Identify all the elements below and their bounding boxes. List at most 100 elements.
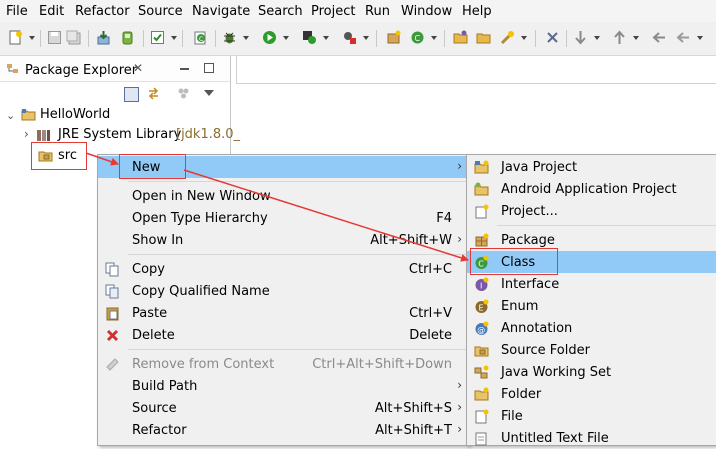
menu-item-label: Annotation — [501, 321, 573, 336]
menu-navigate[interactable]: Navigate — [192, 4, 250, 19]
shortcut-label: Ctrl+C — [408, 262, 452, 277]
expanded-chevron-icon[interactable]: ⌄ — [6, 109, 15, 122]
save-all-icon[interactable] — [66, 30, 81, 45]
submenu-item-enum[interactable]: E Enum — [467, 295, 716, 317]
menu-item-label: Folder — [501, 387, 542, 402]
menu-item-label: Untitled Text File — [501, 431, 609, 446]
next-annotation-icon[interactable] — [573, 30, 588, 45]
menu-item-label: Copy Qualified Name — [132, 284, 270, 299]
open-folder-icon[interactable] — [476, 30, 491, 45]
svg-text:C: C — [415, 34, 421, 43]
menu-item-copy[interactable]: Copy Ctrl+C — [98, 258, 468, 280]
package-explorer-tab[interactable]: Package Explorer ✕ — [0, 56, 230, 82]
package-explorer-icon — [6, 62, 19, 75]
submenu-item-project[interactable]: Project... — [467, 200, 716, 222]
menu-run[interactable]: Run — [365, 4, 390, 19]
annotation-icon: @ — [474, 321, 489, 336]
last-edit-icon[interactable] — [652, 30, 667, 45]
new-package-toolbar-icon[interactable] — [386, 30, 401, 45]
menu-item-delete[interactable]: Delete Delete — [98, 324, 468, 346]
menu-item-label: File — [501, 409, 523, 424]
menu-item-refactor[interactable]: Refactor Alt+Shift+T › — [98, 419, 468, 441]
package-icon — [474, 233, 489, 248]
link-with-editor-icon[interactable] — [146, 86, 161, 101]
delete-icon — [105, 328, 120, 343]
debug-icon[interactable] — [222, 30, 237, 45]
menu-item-build-path[interactable]: Build Path › — [98, 375, 468, 397]
submenu-arrow-icon: › — [457, 422, 462, 436]
new-class-toolbar-icon[interactable]: C — [193, 30, 208, 45]
menu-item-label: Paste — [132, 306, 168, 321]
shortcut-label: Alt+Shift+T — [375, 423, 452, 438]
menu-refactor[interactable]: Refactor — [75, 4, 130, 19]
view-filters-icon[interactable] — [177, 88, 190, 99]
task-check-icon[interactable] — [150, 30, 165, 45]
new-java-class-icon[interactable]: C — [410, 30, 425, 45]
collapsed-chevron-icon[interactable]: › — [24, 127, 29, 141]
menu-item-label: Source Folder — [501, 343, 590, 358]
copy-icon — [105, 262, 120, 277]
menu-item-label: Java Working Set — [501, 365, 612, 380]
submenu-item-annotation[interactable]: @ Annotation — [467, 317, 716, 339]
search-toolbar-icon[interactable] — [500, 30, 515, 45]
shortcut-label: Alt+Shift+S — [374, 401, 452, 416]
prev-annotation-icon[interactable] — [612, 30, 627, 45]
menu-item-open-new-window[interactable]: Open in New Window — [98, 185, 468, 207]
text-file-icon — [474, 431, 489, 446]
menu-item-label: Open in New Window — [132, 189, 271, 204]
svg-text:C: C — [199, 36, 203, 43]
new-icon[interactable] — [8, 30, 23, 45]
menu-item-label: Remove from Context — [132, 357, 275, 372]
submenu-item-folder[interactable]: Folder — [467, 383, 716, 405]
open-type-icon[interactable] — [453, 30, 468, 45]
save-icon[interactable] — [47, 30, 62, 45]
run-icon[interactable] — [262, 30, 277, 45]
submenu-arrow-icon: › — [457, 232, 462, 246]
submenu-item-android-project[interactable]: Android Application Project — [467, 178, 716, 200]
android-sdk-icon[interactable] — [120, 30, 135, 45]
menu-edit[interactable]: Edit — [39, 4, 64, 19]
coverage-icon[interactable] — [302, 30, 317, 45]
submenu-item-java-project[interactable]: Java Project — [467, 156, 716, 178]
shortcut-label: Ctrl+Alt+Shift+Down — [312, 357, 452, 372]
maximize-icon[interactable] — [204, 63, 214, 73]
menu-item-label: Build Path — [132, 379, 198, 394]
menu-item-paste[interactable]: Paste Ctrl+V — [98, 302, 468, 324]
external-tools-icon[interactable] — [342, 30, 357, 45]
menu-file[interactable]: File — [6, 4, 28, 19]
back-icon[interactable] — [676, 30, 691, 45]
collapse-all-icon[interactable] — [124, 87, 139, 102]
minimize-icon[interactable] — [180, 68, 189, 70]
import-icon[interactable] — [96, 30, 111, 45]
menu-window[interactable]: Window — [401, 4, 452, 19]
toggle-mark-icon[interactable] — [545, 30, 560, 45]
menu-item-show-in[interactable]: Show In Alt+Shift+W › — [98, 229, 468, 251]
menu-item-label: Java Project — [501, 160, 578, 175]
svg-text:E: E — [479, 304, 484, 313]
view-menu-icon[interactable] — [204, 90, 214, 96]
interface-icon: I — [474, 277, 489, 292]
file-icon — [474, 409, 489, 424]
library-label: JRE System Library — [58, 127, 182, 142]
submenu-item-untitled-text-file[interactable]: Untitled Text File — [467, 427, 716, 449]
menu-item-label: Delete — [132, 328, 175, 343]
menu-project[interactable]: Project — [311, 4, 355, 19]
submenu-item-file[interactable]: File — [467, 405, 716, 427]
menu-item-source[interactable]: Source Alt+Shift+S › — [98, 397, 468, 419]
working-set-icon — [474, 365, 489, 380]
menu-item-label: Interface — [501, 277, 560, 292]
close-icon[interactable]: ✕ — [133, 61, 143, 75]
menu-search[interactable]: Search — [258, 4, 303, 19]
menu-item-label: Show In — [132, 233, 184, 248]
menu-item-copy-qualified-name[interactable]: Copy Qualified Name — [98, 280, 468, 302]
submenu-item-interface[interactable]: I Interface — [467, 273, 716, 295]
remove-from-context-icon — [105, 357, 120, 372]
menu-help[interactable]: Help — [462, 4, 492, 19]
project-icon — [474, 204, 489, 219]
submenu-item-source-folder[interactable]: Source Folder — [467, 339, 716, 361]
menu-item-label: Enum — [501, 299, 539, 314]
menu-item-open-type-hierarchy[interactable]: Open Type Hierarchy F4 — [98, 207, 468, 229]
submenu-item-java-working-set[interactable]: Java Working Set — [467, 361, 716, 383]
menu-source[interactable]: Source — [138, 4, 183, 19]
paste-icon — [105, 306, 120, 321]
